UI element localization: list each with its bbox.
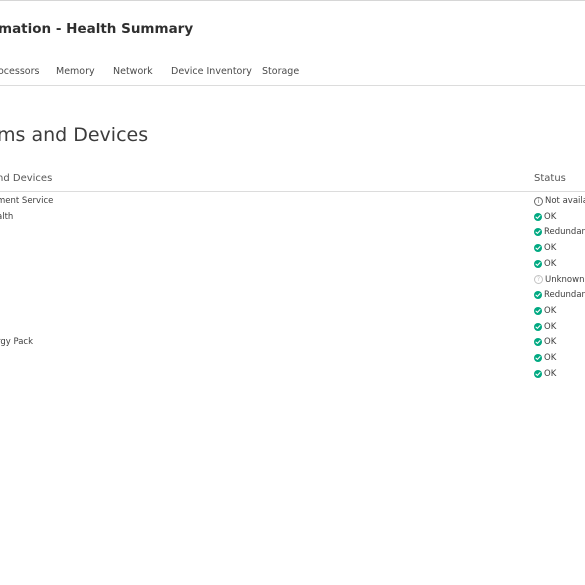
tab-bar-divider — [0, 85, 585, 86]
ok-check-icon — [534, 369, 542, 378]
status-cell: iNot availab — [534, 196, 585, 206]
unknown-icon: ? — [534, 275, 543, 284]
ok-check-icon — [534, 338, 542, 347]
status-cell: Redundant — [534, 227, 585, 237]
status-label: Unknown — [545, 274, 585, 285]
status-cell: OK — [534, 259, 556, 269]
ok-check-icon — [534, 228, 542, 237]
status-cell: OK — [534, 369, 556, 379]
ok-check-icon — [534, 322, 542, 331]
status-label: OK — [544, 305, 557, 316]
table-row[interactable]: Redundant — [0, 227, 585, 242]
table-row[interactable]: OK — [0, 243, 585, 258]
tab-bar: ocessors Memory Network Device Inventory… — [0, 66, 585, 80]
table-row[interactable]: alth OK — [0, 212, 585, 227]
table-row[interactable]: ? Unknown — [0, 275, 585, 290]
ok-check-icon — [534, 212, 542, 221]
status-label: Redundant — [544, 227, 585, 238]
status-label: OK — [544, 368, 557, 379]
table-row[interactable]: rgy Pack OK — [0, 337, 585, 352]
status-label: OK — [544, 258, 557, 269]
ok-check-icon — [534, 354, 542, 362]
table-row[interactable]: OK — [0, 306, 585, 321]
status-label: OK — [544, 243, 557, 254]
tab-device-inventory[interactable]: Device Inventory — [171, 66, 252, 77]
table-row[interactable]: OK — [0, 322, 585, 337]
tab-memory[interactable]: Memory — [56, 66, 95, 77]
status-cell: OK — [534, 243, 556, 253]
tab-processors[interactable]: ocessors — [0, 66, 39, 77]
section-heading: ms and Devices — [0, 124, 149, 146]
status-cell: ? Unknown — [534, 275, 584, 285]
status-label: OK — [544, 211, 557, 222]
status-cell: OK — [534, 212, 556, 222]
status-label: Not availab — [545, 196, 585, 206]
status-cell: OK — [534, 306, 556, 316]
info-icon: i — [534, 196, 543, 206]
status-cell: Redundant — [534, 290, 585, 300]
table-row[interactable]: OK — [0, 353, 585, 368]
window-top-border — [0, 0, 585, 1]
ok-check-icon — [534, 306, 542, 315]
device-name: alth — [0, 211, 14, 222]
status-label: Redundant — [544, 290, 585, 301]
tab-network[interactable]: Network — [113, 66, 153, 77]
status-cell: OK — [534, 322, 556, 332]
page-title: mation - Health Summary — [0, 21, 194, 37]
table-row[interactable]: OK — [0, 369, 585, 384]
device-name: ment Service — [0, 196, 54, 206]
status-label: OK — [544, 321, 557, 332]
device-name: rgy Pack — [0, 337, 34, 348]
status-cell: OK — [534, 353, 556, 363]
table-header-divider — [0, 191, 585, 192]
ok-check-icon — [534, 259, 542, 268]
table-row[interactable]: ment Service iNot availab — [0, 196, 585, 211]
ok-check-icon — [534, 291, 542, 300]
column-header-name[interactable]: nd Devices — [0, 173, 52, 184]
status-label: OK — [544, 353, 557, 363]
status-label: OK — [544, 337, 557, 348]
table-row[interactable]: Redundant — [0, 290, 585, 305]
table-row[interactable]: OK — [0, 259, 585, 274]
column-header-status[interactable]: Status — [534, 173, 566, 184]
status-cell: OK — [534, 337, 556, 347]
tab-storage[interactable]: Storage — [262, 66, 299, 77]
ok-check-icon — [534, 244, 542, 253]
